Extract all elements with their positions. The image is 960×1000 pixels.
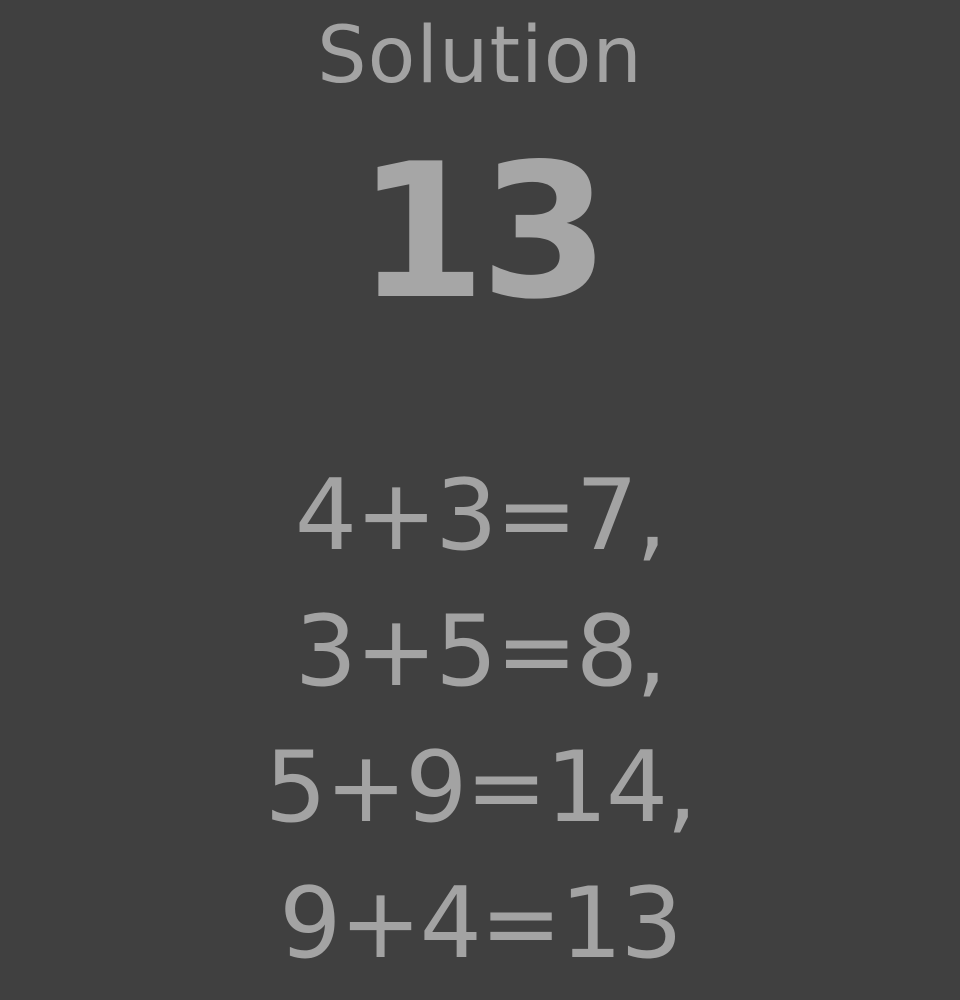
solution-step: 5+9=14, — [264, 731, 698, 845]
solution-step: 3+5=8, — [294, 595, 667, 709]
solution-answer: 13 — [356, 123, 610, 340]
solution-step: 4+3=7, — [294, 459, 667, 573]
solution-screen: Solution 13 4+3=7, 3+5=8, 5+9=14, 9+4=13 — [0, 0, 960, 1000]
solution-steps: 4+3=7, 3+5=8, 5+9=14, 9+4=13 — [0, 448, 960, 992]
solution-step: 9+4=13 — [279, 867, 683, 981]
solution-title: Solution — [317, 11, 643, 101]
